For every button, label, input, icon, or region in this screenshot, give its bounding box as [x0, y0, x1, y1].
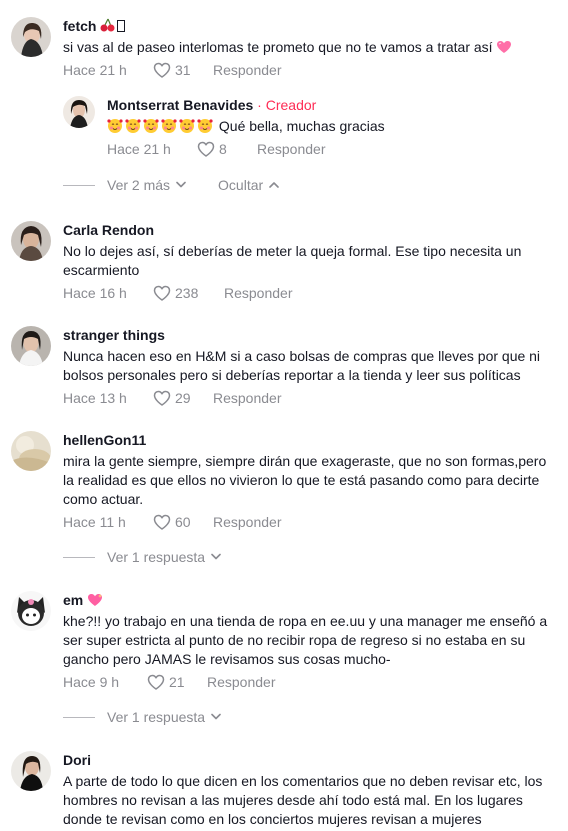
like-button[interactable]: 238	[153, 285, 213, 301]
view-more-replies-button[interactable]: Ver 2 más	[107, 177, 186, 193]
comment-username[interactable]: Dori	[63, 751, 560, 769]
pink-heart-emoji-icon	[496, 40, 512, 54]
heart-icon	[153, 285, 171, 301]
avatar[interactable]	[11, 326, 51, 366]
avatar[interactable]	[11, 591, 51, 631]
comment-meta: Hace 11 h 60 Responder	[63, 512, 560, 532]
thread-controls: Ver 1 respuesta	[63, 707, 221, 727]
like-button[interactable]: 60	[153, 514, 213, 530]
comment-username[interactable]: em	[63, 591, 560, 609]
like-count: 29	[175, 390, 191, 406]
comment-username[interactable]: Carla Rendon	[63, 221, 560, 239]
reply-button[interactable]: Responder	[207, 674, 276, 690]
like-button[interactable]: 29	[153, 390, 213, 406]
comment-meta: Hace 21 h 8 Responder	[107, 139, 560, 159]
hide-replies-button[interactable]: Ocultar	[218, 177, 279, 193]
thread-controls: Ver 2 más Ocultar	[63, 175, 279, 195]
view-replies-button[interactable]: Ver 1 respuesta	[107, 549, 221, 565]
comment-time: Hace 11 h	[63, 514, 126, 530]
like-count: 8	[219, 141, 227, 157]
avatar[interactable]	[11, 17, 51, 57]
cherry-emoji-icon	[100, 17, 116, 33]
comment-text: si vas al de paseo interlomas te prometo…	[63, 38, 560, 57]
view-replies-button[interactable]: Ver 1 respuesta	[107, 709, 221, 725]
like-button[interactable]: 8	[197, 141, 257, 157]
comment-text: A parte de todo lo que dicen en los come…	[63, 773, 543, 827]
divider-line	[63, 184, 95, 186]
comment-text: Qué bella, muchas gracias	[107, 117, 560, 136]
comment-username[interactable]: Montserrat Benavides · Creador	[107, 96, 560, 114]
like-count: 31	[175, 62, 191, 78]
thread-controls: Ver 1 respuesta	[63, 547, 221, 567]
smiling-face-hearts-emoji-icon	[107, 117, 215, 136]
comment-meta: Hace 9 h 21 Responder	[63, 672, 560, 692]
reply-button[interactable]: Responder	[213, 390, 282, 406]
avatar[interactable]	[11, 221, 51, 261]
comment-username[interactable]: hellenGon11	[63, 431, 560, 449]
comment-meta: Hace 21 h 31 Responder	[63, 60, 560, 80]
like-count: 60	[175, 514, 191, 530]
heart-icon	[197, 141, 215, 157]
reply-button[interactable]: Responder	[224, 285, 293, 301]
divider-line	[63, 716, 95, 718]
chevron-down-icon	[176, 181, 186, 188]
comment-text: Nunca hacen eso en H&M si a caso bolsas …	[63, 348, 541, 383]
chevron-down-icon	[211, 713, 221, 720]
heart-icon	[153, 390, 171, 406]
divider-line	[63, 556, 95, 558]
comment-time: Hace 21 h	[63, 62, 127, 78]
comment-text: khe?!! yo trabajo en una tienda de ropa …	[63, 613, 548, 667]
creator-badge: Creador	[265, 97, 317, 113]
comment-text: mira la gente siempre, siempre dirán que…	[63, 453, 547, 507]
avatar[interactable]	[11, 431, 51, 471]
like-button[interactable]: 21	[147, 674, 207, 690]
comment-username[interactable]: stranger things	[63, 326, 560, 344]
comment-username[interactable]: fetch	[63, 17, 560, 35]
missing-glyph-icon	[117, 20, 126, 32]
heart-icon	[153, 514, 171, 530]
comment-time: Hace 13 h	[63, 390, 127, 406]
avatar[interactable]	[63, 96, 95, 128]
like-count: 238	[175, 285, 199, 301]
comment-time: Hace 21 h	[107, 141, 171, 157]
comment-time: Hace 9 h	[63, 674, 120, 690]
heart-icon	[153, 62, 171, 78]
comment-time: Hace 16 h	[63, 285, 127, 301]
chevron-up-icon	[269, 182, 279, 188]
like-button[interactable]: 31	[153, 62, 213, 78]
avatar[interactable]	[11, 751, 51, 791]
reply-button[interactable]: Responder	[257, 141, 326, 157]
sparkling-heart-emoji-icon	[87, 593, 103, 607]
chevron-down-icon	[211, 553, 221, 560]
comment-meta: Hace 16 h 238 Responder	[63, 283, 560, 303]
comment-meta: Hace 13 h 29 Responder	[63, 388, 560, 408]
heart-icon	[147, 674, 165, 690]
reply-button[interactable]: Responder	[213, 62, 282, 78]
reply-button[interactable]: Responder	[213, 514, 282, 530]
comment-text: No lo dejes así, sí deberías de meter la…	[63, 243, 522, 278]
like-count: 21	[169, 674, 185, 690]
